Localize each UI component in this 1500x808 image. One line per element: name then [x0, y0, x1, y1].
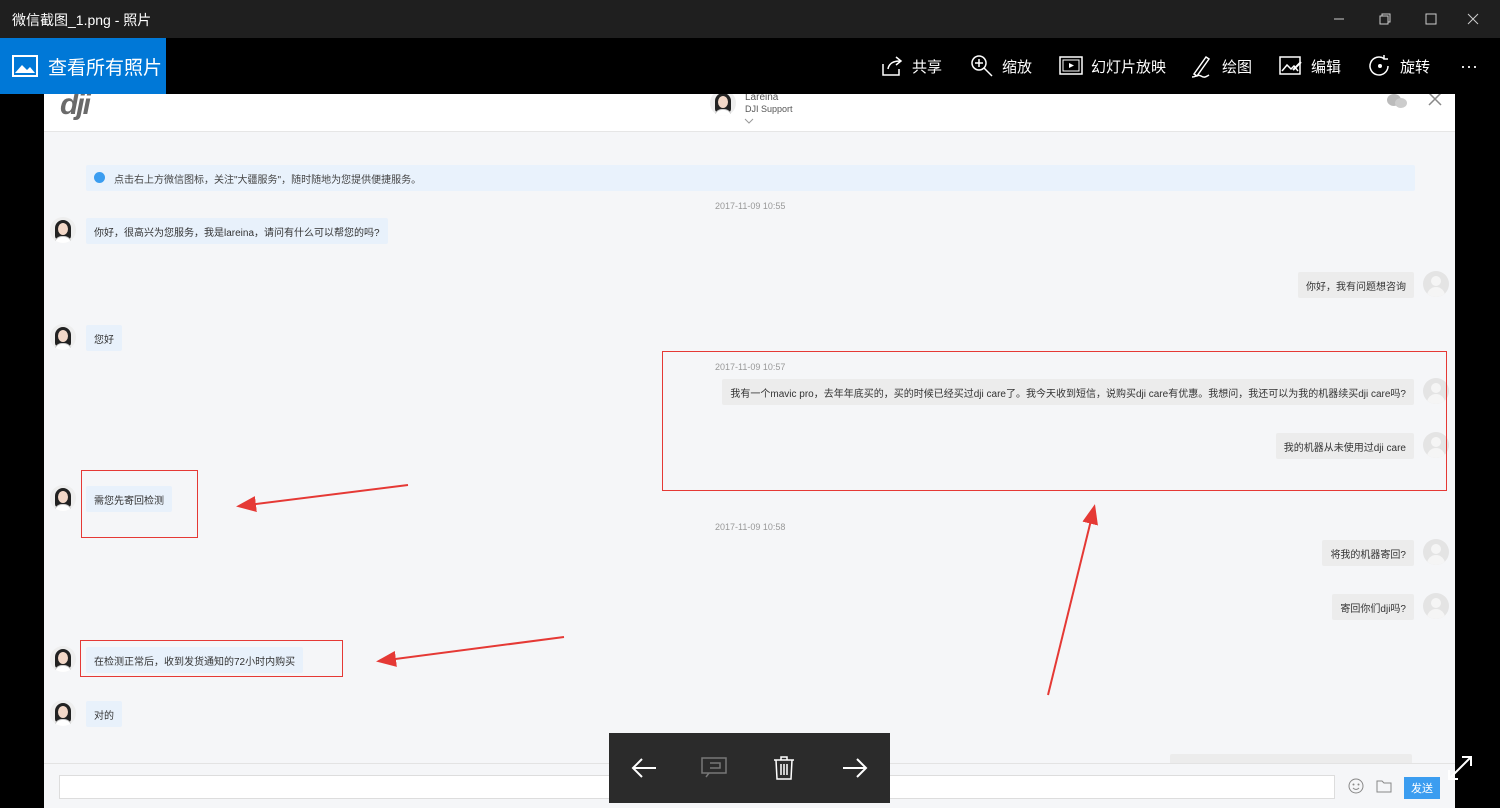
restore-icon — [1379, 13, 1391, 25]
toolbar — [0, 38, 1500, 94]
share-button[interactable]: 共享 — [880, 38, 942, 94]
minimize-button[interactable] — [1316, 0, 1362, 38]
slideshow-icon — [1059, 56, 1083, 75]
slideshow-button[interactable]: 幻灯片放映 — [1059, 38, 1166, 94]
pen-icon — [1191, 55, 1211, 78]
arrow — [376, 636, 565, 667]
title-bar: 微信截图_1.png - 照片 — [0, 0, 1500, 38]
draw-button[interactable]: 绘图 — [1190, 38, 1252, 94]
window-title: 微信截图_1.png - 照片 — [12, 12, 152, 28]
edit-button[interactable]: 编辑 — [1279, 38, 1341, 94]
emoji-icon[interactable] — [1348, 778, 1364, 794]
close-icon — [1467, 13, 1479, 25]
arrow — [1047, 504, 1098, 696]
minimize-icon — [1334, 18, 1344, 20]
previous-button[interactable] — [609, 733, 679, 803]
more-label: ··· — [1460, 55, 1478, 76]
annotation-arrows — [236, 484, 1098, 696]
arrow-right-icon — [843, 758, 868, 778]
presentation-button[interactable] — [679, 733, 749, 803]
slideshow-label: 幻灯片放映 — [1091, 58, 1167, 76]
delete-button[interactable] — [749, 733, 819, 803]
fullscreen-icon — [1448, 756, 1472, 780]
rotate-icon — [1369, 55, 1389, 76]
arrow — [236, 484, 409, 512]
arrow-left-icon — [631, 758, 656, 778]
share-icon — [882, 56, 903, 76]
maximize-icon — [1425, 13, 1437, 25]
edit-photo-icon — [1279, 56, 1302, 75]
zoom-button[interactable]: 缩放 — [970, 38, 1032, 94]
presentation-icon — [701, 757, 727, 778]
view-all-photos-label: 查看所有照片 — [48, 57, 163, 79]
maximize-button[interactable] — [1408, 0, 1454, 38]
folder-icon[interactable] — [1376, 779, 1392, 793]
fullscreen-button[interactable] — [1425, 733, 1495, 803]
zoom-label: 缩放 — [1002, 58, 1033, 76]
view-all-photos-button[interactable]: 查看所有照片 — [0, 38, 166, 94]
restore-button[interactable] — [1362, 0, 1408, 38]
trash-icon — [774, 756, 794, 780]
share-label: 共享 — [912, 58, 943, 76]
draw-label: 绘图 — [1222, 58, 1253, 76]
more-button[interactable]: ··· — [1460, 38, 1478, 94]
next-button[interactable] — [820, 733, 890, 803]
close-button[interactable] — [1450, 0, 1496, 38]
edit-label: 编辑 — [1311, 58, 1342, 76]
rotate-label: 旋转 — [1400, 58, 1431, 76]
photo-content: dji Lareina DJI Support 点击右上方微信图标，关注"大疆服… — [44, 94, 1455, 808]
zoom-icon — [971, 55, 993, 77]
photo-icon — [12, 55, 38, 77]
rotate-button[interactable]: 旋转 — [1368, 38, 1430, 94]
